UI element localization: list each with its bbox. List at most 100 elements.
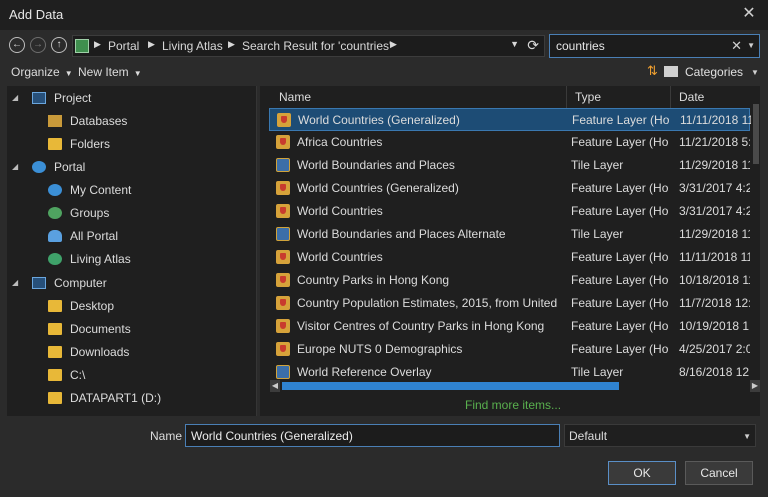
list-item[interactable]: Africa Countries Feature Layer (Hos 11/2… — [269, 131, 750, 154]
categories-button[interactable]: Categories — [685, 65, 743, 79]
item-date: 11/29/2018 11 — [679, 158, 750, 172]
sort-icon[interactable]: ⇅ — [647, 63, 658, 79]
list-item[interactable]: World Countries (Generalized) Feature La… — [269, 177, 750, 200]
tree-label: Living Atlas — [70, 252, 131, 266]
find-more-items-link[interactable]: Find more items... — [465, 398, 561, 412]
list-item[interactable]: Europe NUTS 0 Demographics Feature Layer… — [269, 338, 750, 361]
tree-item-desktop[interactable]: Desktop — [7, 295, 255, 317]
close-icon[interactable]: ✕ — [738, 3, 760, 25]
tree-item-datapart1[interactable]: DATAPART1 (D:) — [7, 387, 255, 409]
organize-menu[interactable]: Organize ▼ — [11, 65, 73, 79]
vertical-scroll-thumb[interactable] — [753, 104, 759, 164]
filter-dropdown[interactable]: Default ▼ — [564, 424, 756, 447]
tree-item-c-drive[interactable]: C:\ — [7, 364, 255, 386]
back-icon[interactable]: ← — [9, 37, 25, 53]
tree-label: All Portal — [70, 229, 119, 243]
tree-label: Groups — [70, 206, 110, 220]
item-name: World Boundaries and Places — [297, 158, 455, 172]
tree-item-portal[interactable]: ◢ Portal — [7, 156, 255, 178]
search-options-icon[interactable]: ▼ — [747, 41, 755, 50]
categories-icon[interactable] — [664, 66, 678, 77]
vertical-scrollbar[interactable] — [752, 86, 760, 391]
list-item[interactable]: World Countries Feature Layer (Hos 11/11… — [269, 246, 750, 269]
tree-item-my-content[interactable]: My Content — [7, 179, 255, 201]
name-input[interactable] — [185, 424, 560, 447]
breadcrumb-separator-icon[interactable]: ▶ — [390, 39, 397, 50]
list-item[interactable]: World Reference Overlay Tile Layer 8/16/… — [269, 361, 750, 380]
tree-item-databases[interactable]: Databases — [7, 110, 255, 132]
address-row: ← → ↑ ▶ Portal ▶ Living Atlas ▶ Search R… — [0, 34, 768, 58]
feature-layer-icon — [276, 296, 290, 310]
up-icon[interactable]: ↑ — [51, 37, 67, 53]
globe-icon — [48, 184, 62, 196]
folder-icon — [48, 369, 62, 381]
breadcrumb-separator-icon[interactable]: ▶ — [94, 39, 101, 50]
list-item[interactable]: World Boundaries and Places Tile Layer 1… — [269, 154, 750, 177]
tree-item-project[interactable]: ◢ Project — [7, 87, 255, 109]
tree-item-downloads[interactable]: Downloads — [7, 341, 255, 363]
navigation-tree: ◢ Project Databases Folders ◢ Portal My … — [7, 86, 257, 416]
scroll-right-icon[interactable]: ▶ — [750, 380, 760, 392]
tree-label: Databases — [70, 114, 128, 128]
breadcrumb-living-atlas[interactable]: Living Atlas — [162, 39, 223, 53]
item-date: 8/16/2018 12: — [679, 365, 750, 379]
item-name: Country Parks in Hong Kong — [297, 273, 450, 287]
cloud-icon — [48, 230, 62, 242]
tree-item-computer[interactable]: ◢ Computer — [7, 272, 255, 294]
search-box[interactable]: countries ✕ ▼ — [549, 34, 760, 58]
cancel-button[interactable]: Cancel — [685, 461, 753, 485]
expanded-arrow-icon[interactable]: ◢ — [12, 278, 18, 287]
address-dropdown-icon[interactable]: ▼ — [510, 39, 519, 49]
item-name: World Countries (Generalized) — [297, 181, 459, 195]
breadcrumb-search-result[interactable]: Search Result for 'countries' — [242, 39, 391, 53]
breadcrumb-separator-icon[interactable]: ▶ — [148, 39, 155, 50]
feature-layer-icon — [276, 181, 290, 195]
column-header-name[interactable]: Name — [271, 86, 567, 108]
horizontal-scrollbar[interactable]: ◀ ▶ — [270, 380, 760, 392]
feature-layer-icon — [276, 319, 290, 333]
filter-value: Default — [569, 429, 608, 443]
list-item[interactable]: Country Population Estimates, 2015, from… — [269, 292, 750, 315]
ok-button[interactable]: OK — [608, 461, 676, 485]
tree-item-living-atlas[interactable]: Living Atlas — [7, 248, 255, 270]
new-item-menu[interactable]: New Item ▼ — [78, 65, 142, 79]
column-header-date[interactable]: Date — [671, 86, 751, 108]
tree-item-documents[interactable]: Documents — [7, 318, 255, 340]
address-bar[interactable]: ▶ Portal ▶ Living Atlas ▶ Search Result … — [72, 35, 545, 57]
clear-search-icon[interactable]: ✕ — [731, 38, 742, 54]
database-icon — [48, 115, 62, 127]
search-input[interactable]: countries — [556, 39, 605, 53]
item-name: World Boundaries and Places Alternate — [297, 227, 506, 241]
tree-item-groups[interactable]: Groups — [7, 202, 255, 224]
list-item[interactable]: World Countries (Generalized) Feature La… — [269, 108, 751, 131]
title-bar: Add Data ✕ — [0, 0, 768, 30]
feature-layer-icon — [276, 204, 290, 218]
list-item[interactable]: Visitor Centres of Country Parks in Hong… — [269, 315, 750, 338]
refresh-icon[interactable]: ⟳ — [527, 37, 539, 54]
breadcrumb-portal[interactable]: Portal — [108, 39, 139, 53]
expanded-arrow-icon[interactable]: ◢ — [12, 162, 18, 171]
computer-icon — [32, 277, 46, 289]
folder-icon — [48, 346, 62, 358]
tree-label: Project — [54, 91, 92, 105]
column-header-type[interactable]: Type — [567, 86, 671, 108]
expanded-arrow-icon[interactable]: ◢ — [12, 93, 18, 102]
list-item[interactable]: World Countries Feature Layer (Hos 3/31/… — [269, 200, 750, 223]
list-item[interactable]: Country Parks in Hong Kong Feature Layer… — [269, 269, 750, 292]
item-type: Feature Layer (Hos — [572, 113, 669, 127]
breadcrumb-separator-icon[interactable]: ▶ — [228, 39, 235, 50]
item-name: Visitor Centres of Country Parks in Hong… — [297, 319, 545, 333]
scroll-left-icon[interactable]: ◀ — [270, 380, 280, 392]
tree-label: Portal — [54, 160, 86, 174]
horizontal-scroll-thumb[interactable] — [282, 382, 619, 390]
feature-layer-icon — [276, 342, 290, 356]
item-date: 11/29/2018 11 — [679, 227, 750, 241]
item-name: World Countries — [297, 250, 383, 264]
tree-item-folders[interactable]: Folders — [7, 133, 255, 155]
folder-icon — [48, 323, 62, 335]
list-item[interactable]: World Boundaries and Places Alternate Ti… — [269, 223, 750, 246]
forward-icon[interactable]: → — [30, 37, 46, 53]
chevron-down-icon[interactable]: ▼ — [751, 68, 759, 77]
item-name: Country Population Estimates, 2015, from… — [297, 296, 561, 310]
tree-item-all-portal[interactable]: All Portal — [7, 225, 255, 247]
